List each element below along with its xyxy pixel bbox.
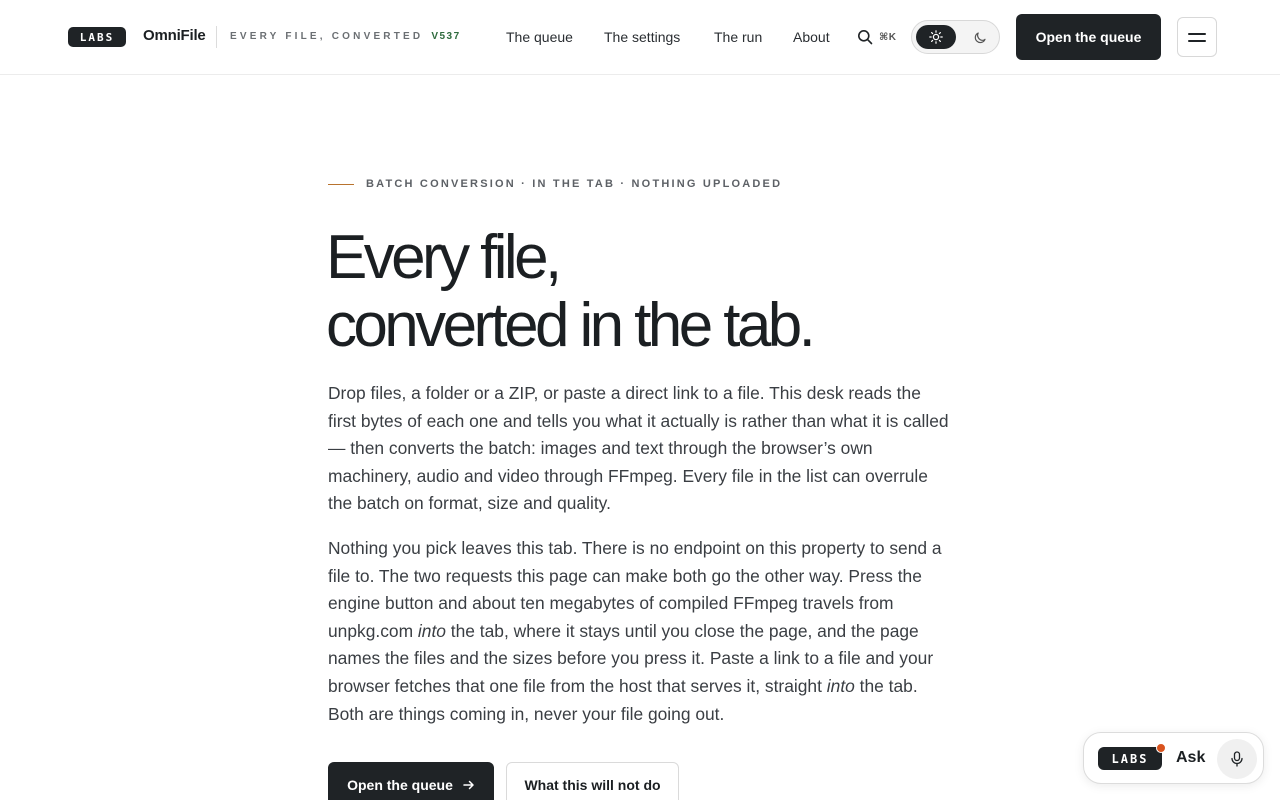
hero-eyebrow: BATCH CONVERSION · IN THE TAB · NOTHING … (328, 178, 782, 190)
sun-icon (929, 30, 943, 44)
hamburger-menu-icon (1188, 32, 1206, 35)
hero-headline: Every file, converted in the tab. (326, 223, 816, 360)
microphone-button[interactable] (1217, 739, 1257, 779)
nav-about[interactable]: About (793, 29, 830, 45)
nav-the-settings[interactable]: The settings (604, 29, 680, 45)
theme-dark-option[interactable] (964, 25, 996, 49)
ask-labs-logo: LABS (1098, 747, 1162, 770)
tagline: EVERY FILE, CONVERTED V537 (230, 31, 461, 42)
open-queue-button-label: Open the queue (347, 777, 453, 793)
site-header: LABS OmniFile EVERY FILE, CONVERTED V537… (0, 0, 1280, 75)
eyebrow-rule (328, 183, 354, 185)
paragraph-2-emphasis-2: into (826, 675, 855, 696)
paragraph-2-emphasis-1: into (417, 620, 446, 641)
brand-divider (216, 26, 217, 48)
arrow-right-icon (463, 780, 474, 790)
nav-the-queue[interactable]: The queue (506, 29, 573, 45)
hero-paragraph-1: Drop files, a folder or a ZIP, or paste … (328, 383, 949, 514)
brand-name[interactable]: OmniFile (143, 27, 206, 44)
tagline-text: EVERY FILE, CONVERTED (230, 31, 424, 42)
headline-line-2: converted in the tab. (326, 291, 816, 360)
ask-widget[interactable]: LABS Ask (1083, 732, 1264, 784)
headline-line-1: Every file, (326, 223, 562, 292)
what-this-will-not-do-button[interactable]: What this will not do (506, 762, 679, 800)
hamburger-menu-icon-bar (1188, 39, 1206, 42)
hero-paragraph-2: Nothing you pick leaves this tab. There … (328, 535, 950, 728)
menu-button[interactable] (1177, 17, 1217, 57)
theme-light-option[interactable] (916, 25, 956, 49)
search-icon (858, 30, 873, 45)
microphone-icon (1231, 751, 1243, 767)
labs-logo[interactable]: LABS (68, 27, 126, 47)
open-queue-header-button[interactable]: Open the queue (1016, 14, 1161, 60)
search-button[interactable]: ⌘K (857, 29, 897, 45)
ask-labs-logo-text: LABS (1111, 751, 1149, 766)
eyebrow-text: BATCH CONVERSION · IN THE TAB · NOTHING … (366, 178, 783, 190)
search-shortcut: ⌘K (879, 31, 897, 43)
ask-label: Ask (1176, 749, 1206, 766)
labs-logo-text: LABS (79, 30, 115, 44)
theme-toggle[interactable] (911, 20, 1000, 54)
version-label: V537 (431, 31, 461, 42)
open-queue-button[interactable]: Open the queue (328, 762, 494, 800)
nav-the-run[interactable]: The run (714, 29, 762, 45)
notification-dot (1156, 743, 1166, 753)
moon-icon (974, 31, 986, 43)
